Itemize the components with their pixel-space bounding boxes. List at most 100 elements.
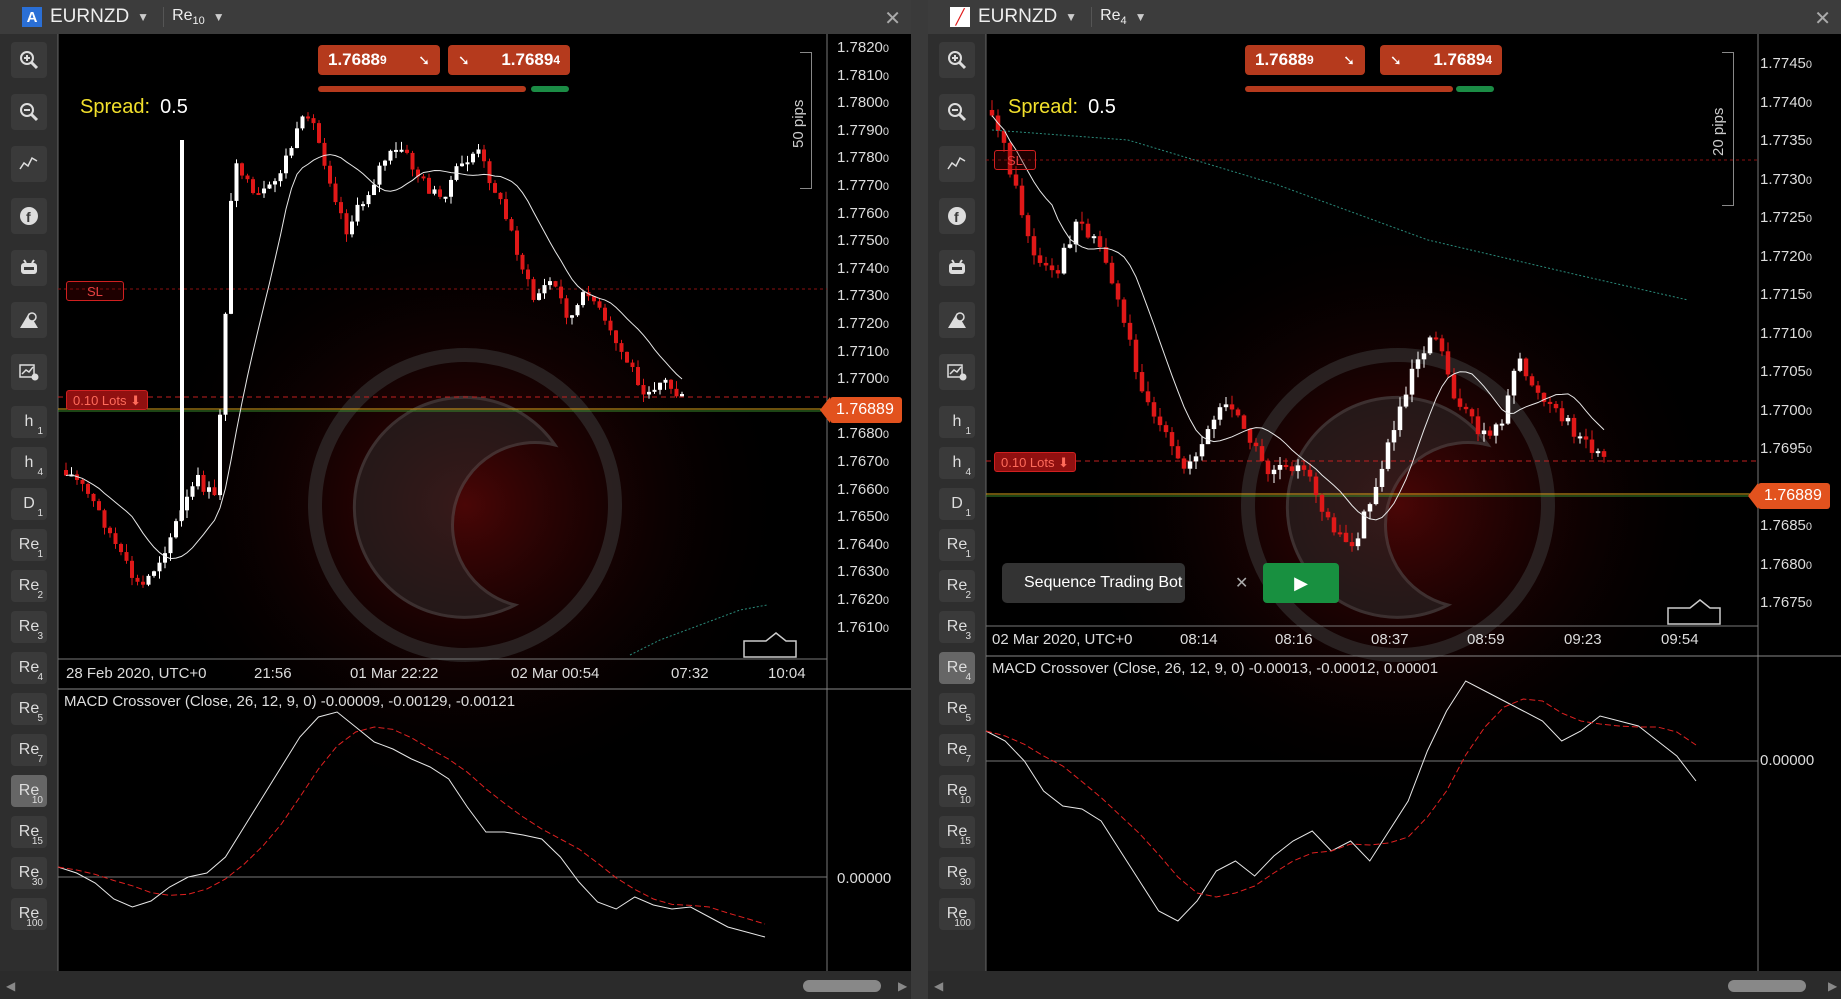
price-tick-label: 1.76400 <box>837 535 890 553</box>
candle-bearish <box>603 307 607 321</box>
chart-canvas[interactable] <box>928 0 1841 971</box>
candle-bearish <box>1343 532 1349 543</box>
candle-bearish <box>1013 174 1019 186</box>
price-tick-label: 1.77300 <box>1760 170 1813 188</box>
candle-bullish <box>1403 394 1409 407</box>
candle-bullish <box>262 188 266 194</box>
candle-bullish <box>460 163 464 167</box>
price-tick-label: 1.77200 <box>837 315 890 332</box>
candle-bearish <box>482 149 486 162</box>
candle-bullish <box>537 293 541 300</box>
sentiment-bar-buy <box>1456 86 1494 92</box>
candle-bullish <box>548 281 552 286</box>
horizontal-scrollbar[interactable]: ◀ ▶ <box>928 971 1841 999</box>
candle-bearish <box>504 199 508 220</box>
candle-bearish <box>97 501 101 511</box>
candle-bearish <box>119 543 123 553</box>
candle-bearish <box>1487 430 1493 436</box>
candle-bullish <box>1373 486 1379 505</box>
sell-button[interactable]: 1.7688 9 ➘ <box>318 45 440 75</box>
candle-bullish <box>465 162 470 165</box>
position-lots-label[interactable]: 0.10 Lots ⬇ <box>994 452 1077 472</box>
candle-bearish <box>1553 403 1559 409</box>
candle-bearish <box>317 123 321 143</box>
stop-loss-label[interactable]: SL <box>66 281 124 301</box>
time-tick-label: 02 Mar 2020, UTC+0 <box>992 631 1133 648</box>
candle-bearish <box>1283 464 1289 467</box>
time-tick-label: 08:59 <box>1467 631 1505 648</box>
sell-arrow-icon: ➘ <box>1343 51 1355 68</box>
scrollbar-thumb[interactable] <box>803 980 881 992</box>
candle-bearish <box>630 362 635 368</box>
candle-bullish <box>284 155 288 174</box>
candle-bearish <box>1547 401 1553 404</box>
candle-bearish <box>86 483 90 494</box>
macd-zero-label: 0.00000 <box>1760 752 1815 769</box>
candle-bullish <box>1199 444 1205 457</box>
candle-bearish <box>1337 532 1343 535</box>
play-icon: ▶ <box>1294 572 1308 593</box>
candle-bearish <box>614 330 618 344</box>
price-tick-label: 1.77100 <box>1760 324 1813 342</box>
candle-bullish <box>1421 353 1427 360</box>
horizontal-scrollbar[interactable]: ◀ ▶ <box>0 971 911 999</box>
candle-bullish <box>234 163 239 201</box>
buy-button[interactable]: ➘ 1.7689 4 <box>1380 45 1502 75</box>
chart-canvas[interactable] <box>0 0 911 971</box>
price-tick-label: 1.77150 <box>1760 286 1813 303</box>
candle-bullish <box>388 150 393 161</box>
candle-bearish <box>553 281 558 287</box>
time-tick-label: 08:14 <box>1180 631 1218 648</box>
candle-bullish <box>1067 244 1073 248</box>
stop-loss-label[interactable]: SL <box>994 150 1036 170</box>
candle-bullish <box>1481 430 1487 435</box>
time-tick-label: 02 Mar 00:54 <box>511 665 600 682</box>
sell-arrow-icon: ➘ <box>418 51 430 68</box>
candle-bullish <box>377 165 382 185</box>
candle-bullish <box>1499 423 1505 426</box>
candle-bearish <box>559 286 563 299</box>
trading-bot-widget[interactable]: Sequence Trading Bot <box>1002 563 1185 603</box>
candle-bearish <box>1103 247 1109 263</box>
price-tick-label: 1.76200 <box>837 591 890 608</box>
candle-bearish <box>333 183 338 203</box>
time-tick-label: 28 Feb 2020, UTC+0 <box>66 665 207 682</box>
scroll-right-icon[interactable]: ▶ <box>898 979 907 993</box>
price-tick-label: 1.77200 <box>1760 247 1813 265</box>
scroll-right-icon[interactable]: ▶ <box>1828 979 1837 993</box>
candle-bearish <box>564 298 569 318</box>
bot-remove-button[interactable]: ✕ <box>1235 573 1248 593</box>
candle-bullish <box>443 196 448 199</box>
candle-bullish <box>190 486 195 497</box>
buy-button[interactable]: ➘ 1.7689 4 <box>448 45 570 75</box>
candle-bullish <box>399 149 404 152</box>
candle-bearish <box>1307 469 1313 477</box>
candle-bearish <box>405 149 409 153</box>
candle-bearish <box>1319 495 1325 512</box>
position-lots-label[interactable]: 0.10 Lots ⬇ <box>66 390 149 410</box>
scroll-left-icon[interactable]: ◀ <box>934 979 943 993</box>
price-tick-label: 1.76700 <box>837 453 890 470</box>
candle-bearish <box>1139 372 1145 392</box>
start-bot-button[interactable]: ▶ <box>1263 563 1339 603</box>
sell-button[interactable]: 1.7688 9 ➘ <box>1245 45 1365 75</box>
time-tick-label: 01 Mar 22:22 <box>350 665 439 682</box>
candle-bearish <box>1127 322 1133 340</box>
candle-bearish <box>669 379 673 389</box>
price-tick-label: 1.77800 <box>837 149 890 167</box>
price-tick-label: 1.77600 <box>837 204 890 222</box>
candle-bearish <box>108 527 112 534</box>
macd-zero-label: 0.00000 <box>837 870 892 887</box>
candle-bullish <box>1295 465 1301 472</box>
price-tick-label: 1.77050 <box>1760 363 1813 380</box>
candle-bearish <box>306 116 310 119</box>
price-tick-label: 1.76750 <box>1760 594 1813 611</box>
scrollbar-thumb[interactable] <box>1728 980 1806 992</box>
candle-bearish <box>124 552 129 561</box>
macd-indicator-title: MACD Crossover (Close, 26, 12, 9, 0) -0.… <box>992 660 1439 677</box>
candle-bearish <box>1433 337 1439 340</box>
candle-bearish <box>1079 221 1085 224</box>
candle-bearish <box>1349 542 1355 547</box>
scroll-left-icon[interactable]: ◀ <box>6 979 15 993</box>
price-tick-label: 1.76300 <box>837 563 890 581</box>
